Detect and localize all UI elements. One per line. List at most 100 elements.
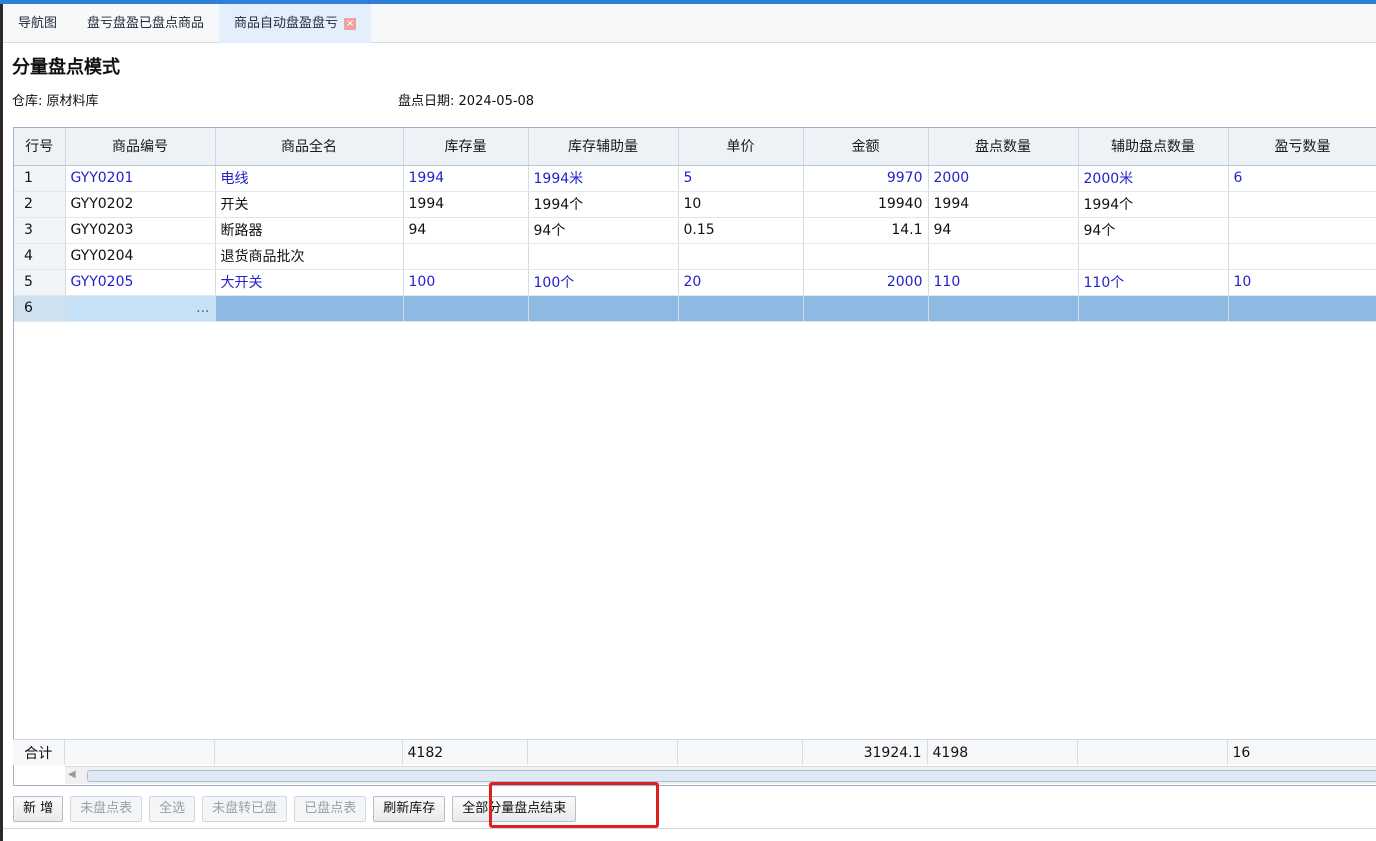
cell-diff[interactable]: [1228, 217, 1376, 244]
cell-count[interactable]: 110: [928, 269, 1079, 296]
cell-amount[interactable]: 14.1: [803, 217, 929, 244]
cell-code[interactable]: GYY0202: [65, 191, 216, 218]
cell-stock[interactable]: 100: [403, 269, 529, 296]
date-value: 2024-05-08: [458, 94, 535, 109]
inventory-table: 行号 商品编号 商品全名 库存量 库存辅助量 单价 金额 盘点数量 辅助盘点数量…: [14, 128, 1376, 322]
summary-empty: [1077, 740, 1228, 765]
row-number: 2: [14, 191, 66, 218]
cell-amount[interactable]: 19940: [803, 191, 929, 218]
cell-code[interactable]: GYY0203: [65, 217, 216, 244]
cell-stock-aux[interactable]: 1994个: [528, 191, 679, 218]
close-icon[interactable]: ×: [344, 17, 357, 30]
cell-count-aux[interactable]: 94个: [1078, 217, 1229, 244]
col-header-amount[interactable]: 金额: [803, 128, 929, 166]
scrollbar-thumb[interactable]: [87, 770, 1376, 782]
table-row[interactable]: 3 GYY0203 断路器 94 94个 0.15 14.1 94 94个: [14, 217, 1376, 244]
cell-price[interactable]: 5: [678, 165, 804, 192]
cell-amount[interactable]: 2000: [803, 269, 929, 296]
cell-count[interactable]: 94: [928, 217, 1079, 244]
cell-count-aux[interactable]: 110个: [1078, 269, 1229, 296]
tab-auto-profit-loss[interactable]: 商品自动盘盈盘亏 ×: [219, 4, 372, 43]
cell-name[interactable]: 退货商品批次: [215, 243, 404, 270]
select-all-button[interactable]: 全选: [149, 796, 196, 822]
col-header-price[interactable]: 单价: [678, 128, 804, 166]
date-info: 盘点日期: 2024-05-08: [398, 90, 534, 109]
cell-name[interactable]: 大开关: [215, 269, 404, 296]
cell-diff[interactable]: 6: [1228, 165, 1376, 192]
cell-amount[interactable]: 9970: [803, 165, 929, 192]
cell-price[interactable]: [678, 295, 804, 322]
warehouse-value: 原材料库: [46, 94, 99, 109]
table-row[interactable]: 4 GYY0204 退货商品批次: [14, 243, 1376, 270]
col-header-stock[interactable]: 库存量: [403, 128, 529, 166]
add-button[interactable]: 新 增: [13, 796, 64, 822]
cell-stock[interactable]: [403, 243, 529, 270]
cell-stock-aux[interactable]: 94个: [528, 217, 679, 244]
summary-empty: [677, 740, 803, 765]
cell-name[interactable]: [215, 295, 404, 322]
cell-diff[interactable]: [1228, 243, 1376, 270]
cell-code-editor[interactable]: ...: [65, 295, 216, 322]
uncounted-list-button[interactable]: 未盘点表: [70, 796, 143, 822]
counted-list-button[interactable]: 已盘点表: [294, 796, 367, 822]
cell-count[interactable]: 1994: [928, 191, 1079, 218]
date-label: 盘点日期:: [398, 94, 455, 109]
cell-name[interactable]: 开关: [215, 191, 404, 218]
header-row: 行号 商品编号 商品全名 库存量 库存辅助量 单价 金额 盘点数量 辅助盘点数量…: [14, 128, 1376, 166]
row-number: 3: [14, 217, 66, 244]
cell-code[interactable]: GYY0204: [65, 243, 216, 270]
cell-count-aux[interactable]: 1994个: [1078, 191, 1229, 218]
cell-stock-aux[interactable]: 100个: [528, 269, 679, 296]
table-row[interactable]: 2 GYY0202 开关 1994 1994个 10 19940 1994 19…: [14, 191, 1376, 218]
cell-diff[interactable]: 10: [1228, 269, 1376, 296]
cell-name[interactable]: 断路器: [215, 217, 404, 244]
cell-stock-aux[interactable]: 1994米: [528, 165, 679, 192]
cell-stock-aux[interactable]: [528, 243, 679, 270]
cell-stock[interactable]: 1994: [403, 165, 529, 192]
summary-row: 合计 4182 31924.1 4198 16: [13, 739, 1376, 765]
cell-code[interactable]: GYY0201: [65, 165, 216, 192]
tab-bar: 导航图 盘亏盘盈已盘点商品 商品自动盘盈盘亏 ×: [3, 4, 1376, 43]
cell-count[interactable]: 2000: [928, 165, 1079, 192]
cell-price[interactable]: [678, 243, 804, 270]
col-header-code[interactable]: 商品编号: [65, 128, 216, 166]
tab-navigation[interactable]: 导航图: [3, 4, 72, 43]
col-header-diff[interactable]: 盈亏数量: [1228, 128, 1376, 166]
cell-count-aux[interactable]: 2000米: [1078, 165, 1229, 192]
cell-count-aux[interactable]: [1078, 295, 1229, 322]
cell-stock-aux[interactable]: [528, 295, 679, 322]
uncounted-to-counted-button[interactable]: 未盘转已盘: [202, 796, 288, 822]
tab-counted-goods[interactable]: 盘亏盘盈已盘点商品: [72, 4, 219, 43]
refresh-stock-button[interactable]: 刷新库存: [373, 796, 446, 822]
scroll-left-icon[interactable]: ◀: [68, 769, 76, 780]
cell-amount[interactable]: [803, 243, 929, 270]
cell-diff[interactable]: [1228, 191, 1376, 218]
cell-name[interactable]: 电线: [215, 165, 404, 192]
cell-code[interactable]: GYY0205: [65, 269, 216, 296]
summary-label: 合计: [13, 740, 65, 765]
row-number: 6: [14, 295, 66, 322]
cell-price[interactable]: 20: [678, 269, 804, 296]
horizontal-scrollbar[interactable]: ◀: [65, 766, 1376, 784]
cell-stock[interactable]: [403, 295, 529, 322]
cell-price[interactable]: 10: [678, 191, 804, 218]
table-row-selected[interactable]: 6 ...: [14, 295, 1376, 322]
cell-stock[interactable]: 1994: [403, 191, 529, 218]
cell-diff[interactable]: [1228, 295, 1376, 322]
cell-count[interactable]: [928, 295, 1079, 322]
cell-count-aux[interactable]: [1078, 243, 1229, 270]
table-row[interactable]: 1 GYY0201 电线 1994 1994米 5 9970 2000 2000…: [14, 165, 1376, 192]
cell-stock[interactable]: 94: [403, 217, 529, 244]
cell-amount[interactable]: [803, 295, 929, 322]
col-header-count[interactable]: 盘点数量: [928, 128, 1079, 166]
cell-count[interactable]: [928, 243, 1079, 270]
col-header-stock-aux[interactable]: 库存辅助量: [528, 128, 679, 166]
inventory-grid: 行号 商品编号 商品全名 库存量 库存辅助量 单价 金额 盘点数量 辅助盘点数量…: [13, 127, 1376, 786]
summary-stock: 4182: [402, 740, 528, 765]
tab-label: 商品自动盘盈盘亏: [234, 16, 339, 31]
col-header-name[interactable]: 商品全名: [215, 128, 404, 166]
cell-price[interactable]: 0.15: [678, 217, 804, 244]
col-header-rownum[interactable]: 行号: [14, 128, 66, 166]
table-row[interactable]: 5 GYY0205 大开关 100 100个 20 2000 110 110个 …: [14, 269, 1376, 296]
col-header-count-aux[interactable]: 辅助盘点数量: [1078, 128, 1229, 166]
